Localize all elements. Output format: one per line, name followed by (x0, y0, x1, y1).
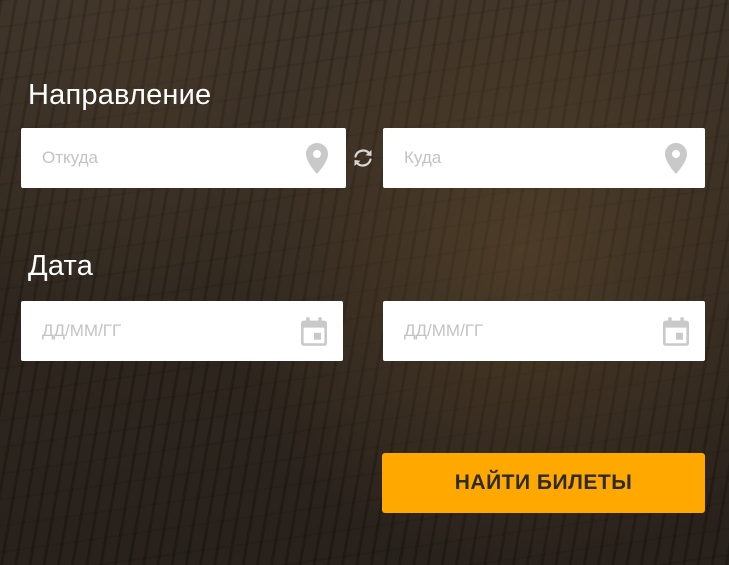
date-to-input[interactable] (383, 301, 705, 361)
date-from-field[interactable] (21, 301, 343, 361)
find-tickets-button[interactable]: НАЙТИ БИЛЕТЫ (382, 453, 705, 513)
map-pin-icon[interactable] (663, 142, 689, 174)
map-pin-icon[interactable] (304, 142, 330, 174)
to-field[interactable] (383, 128, 705, 188)
date-title: Дата (28, 250, 94, 282)
from-input[interactable] (21, 128, 346, 188)
direction-title: Направление (28, 79, 212, 111)
date-from-input[interactable] (21, 301, 343, 361)
to-input[interactable] (383, 128, 705, 188)
date-to-field[interactable] (383, 301, 705, 361)
calendar-icon[interactable] (301, 315, 327, 347)
from-field[interactable] (21, 128, 346, 188)
swap-arrows-icon[interactable] (351, 146, 375, 170)
calendar-icon[interactable] (663, 315, 689, 347)
